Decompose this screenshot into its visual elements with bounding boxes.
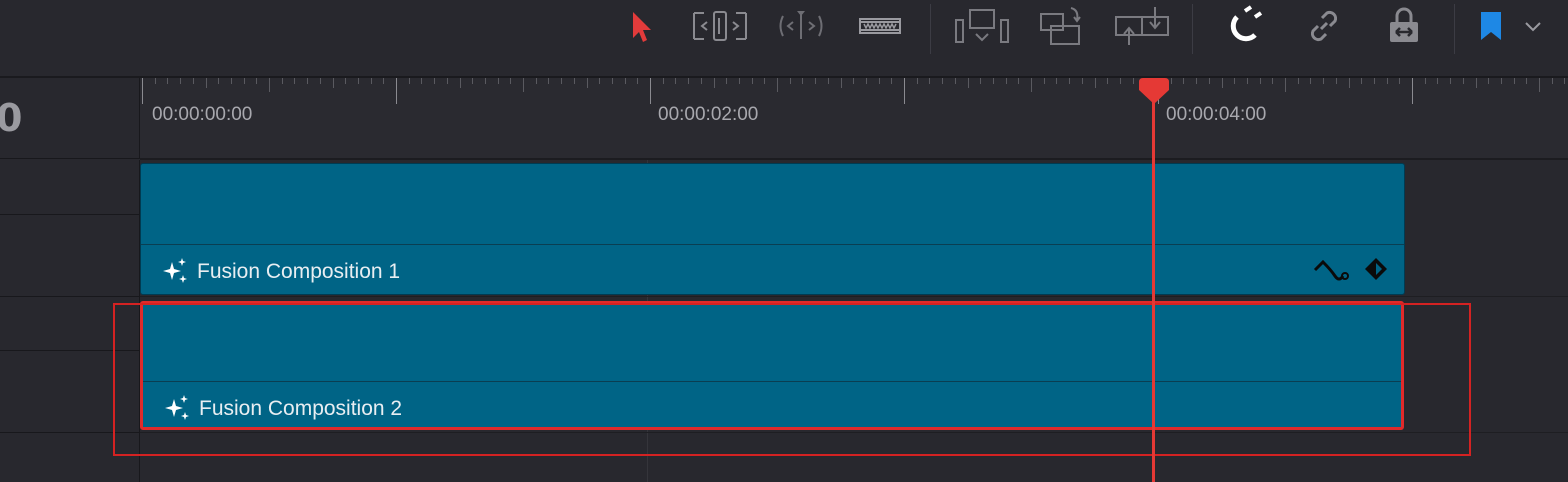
keyframe-curve-icon[interactable] (1313, 256, 1351, 286)
ruler-label: 00:00:02:00 (658, 104, 759, 125)
selection-highlight (113, 303, 1471, 456)
track-divider (0, 214, 139, 215)
blade-edit-mode-button[interactable] (854, 2, 906, 50)
snapping-button[interactable] (1222, 2, 1270, 50)
overwrite-clip-button[interactable] (1036, 2, 1088, 50)
replace-clip-icon (1115, 7, 1169, 45)
playhead-line[interactable] (1152, 96, 1155, 482)
magnet-icon (1230, 5, 1263, 42)
link-icon (1310, 10, 1338, 42)
arrow-pointer-icon (633, 12, 651, 42)
current-timecode: 0 (0, 96, 23, 140)
overwrite-clip-icon (1040, 7, 1081, 45)
ruler-label: 00:00:04:00 (1166, 104, 1267, 125)
dynamic-trim-icon (779, 11, 823, 39)
blade-icon (859, 18, 901, 34)
timeline-clip[interactable]: Fusion Composition 1 (140, 163, 1405, 295)
ruler-label: 00:00:00:00 (152, 104, 253, 125)
lock-icon (1390, 7, 1418, 42)
toolbar-separator (930, 4, 931, 54)
insert-clip-button[interactable] (952, 2, 1012, 50)
playhead-handle[interactable] (1137, 78, 1171, 104)
selection-mode-button[interactable] (622, 2, 658, 50)
timeline-toolbar (0, 0, 1568, 78)
timeline-ruler[interactable] (140, 78, 1568, 160)
dynamic-trim-mode-button[interactable] (774, 2, 828, 50)
flag-icon (1481, 12, 1501, 40)
position-lock-button[interactable] (1380, 2, 1428, 50)
trim-edit-icon (693, 11, 747, 41)
trim-edit-mode-button[interactable] (690, 2, 750, 50)
toolbar-separator (1454, 4, 1455, 54)
clip-label: Fusion Composition 1 (197, 260, 401, 283)
clip-divider (141, 244, 1404, 245)
track-divider (140, 296, 1568, 297)
flag-options-button[interactable] (1518, 2, 1548, 50)
sparkle-icon (163, 258, 187, 283)
insert-clip-icon (955, 9, 1009, 43)
ruler-ticks (142, 78, 1565, 104)
replace-clip-button[interactable] (1112, 2, 1172, 50)
flag-button[interactable] (1474, 2, 1508, 50)
linked-selection-button[interactable] (1300, 2, 1348, 50)
keyframe-diamond-icon[interactable] (1363, 256, 1389, 282)
chevron-down-icon (1525, 22, 1541, 32)
toolbar-separator (1192, 4, 1193, 54)
track-divider (0, 296, 139, 297)
